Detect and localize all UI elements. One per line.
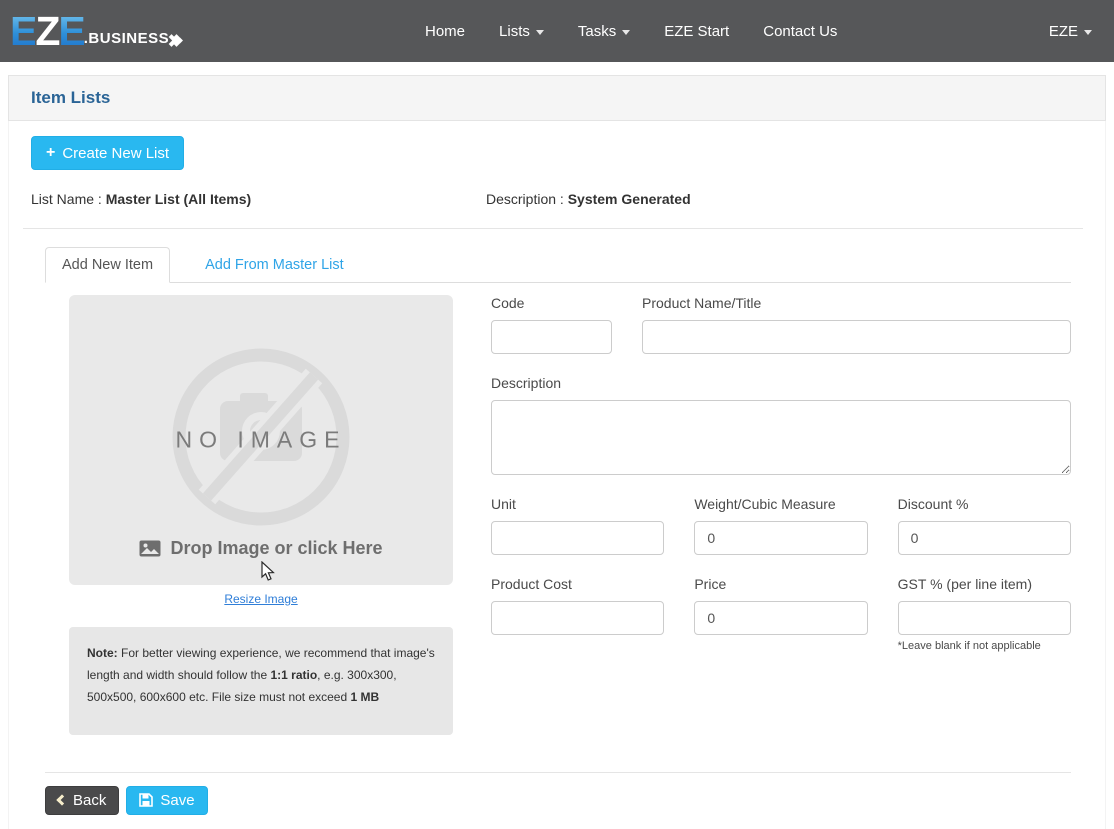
resize-image-link[interactable]: Resize Image	[224, 592, 297, 606]
panel-heading: Item Lists	[8, 75, 1106, 121]
nav-menu: Home Lists Tasks EZE Start Contact Us	[425, 0, 837, 62]
product-cost-input[interactable]	[491, 601, 664, 635]
gst-hint: *Leave blank if not applicable	[898, 640, 1071, 652]
nav-item-tasks[interactable]: Tasks	[578, 23, 630, 40]
weight-field-group: Weight/Cubic Measure	[694, 496, 867, 555]
item-lists-panel: Item Lists + Create New List List Name :…	[8, 75, 1106, 829]
gst-input[interactable]	[898, 601, 1071, 635]
price-input[interactable]	[694, 601, 867, 635]
discount-label: Discount %	[898, 496, 1071, 512]
discount-input[interactable]	[898, 521, 1071, 555]
page-title: Item Lists	[31, 88, 1083, 108]
tab-section: Add New Item Add From Master List	[45, 247, 1071, 815]
drop-image-label: Drop Image or click Here	[69, 538, 453, 559]
list-name-value: Master List (All Items)	[106, 191, 251, 207]
logo-suffix: .BUSINESS	[84, 30, 169, 47]
nav-item-contact-us[interactable]: Contact Us	[763, 23, 837, 40]
product-name-label: Product Name/Title	[642, 295, 1071, 311]
list-description-label: Description :	[486, 191, 564, 207]
product-name-input[interactable]	[642, 320, 1071, 354]
image-upload-column: NO IMAGE Drop Image or click Here	[69, 295, 453, 735]
create-new-list-button[interactable]: + Create New List	[31, 136, 184, 170]
plus-icon: +	[46, 144, 55, 162]
image-dropzone[interactable]: NO IMAGE Drop Image or click Here	[69, 295, 453, 585]
nav-item-lists[interactable]: Lists	[499, 23, 544, 40]
gst-field-group: GST % (per line item) *Leave blank if no…	[898, 576, 1071, 652]
tab-add-from-master-list[interactable]: Add From Master List	[188, 247, 361, 283]
list-name-label: List Name :	[31, 191, 102, 207]
price-field-group: Price	[694, 576, 867, 652]
logo-text: EZE	[10, 13, 84, 50]
tab-add-new-item[interactable]: Add New Item	[45, 247, 170, 283]
code-label: Code	[491, 295, 612, 311]
mouse-cursor-icon	[261, 561, 276, 582]
list-name-field: List Name : Master List (All Items)	[31, 191, 486, 207]
picture-icon	[139, 540, 161, 557]
description-textarea[interactable]	[491, 400, 1071, 475]
list-info-row: List Name : Master List (All Items) Desc…	[31, 191, 1083, 207]
footer-actions: Back Save	[45, 786, 1071, 815]
product-name-field-group: Product Name/Title	[642, 295, 1071, 354]
description-field-group: Description	[491, 375, 1071, 475]
list-description-field: Description : System Generated	[486, 191, 691, 207]
unit-input[interactable]	[491, 521, 664, 555]
tab-bar: Add New Item Add From Master List	[45, 247, 1071, 283]
product-cost-field-group: Product Cost	[491, 576, 664, 652]
chevron-left-icon	[56, 794, 67, 805]
product-cost-label: Product Cost	[491, 576, 664, 592]
list-description-value: System Generated	[568, 191, 691, 207]
nav-item-home[interactable]: Home	[425, 23, 465, 40]
item-form: Code Product Name/Title Description	[491, 295, 1071, 735]
caret-down-icon	[1084, 30, 1092, 35]
navbar: EZE .BUSINESS Home Lists Tasks EZE Start…	[0, 0, 1114, 62]
unit-field-group: Unit	[491, 496, 664, 555]
save-icon	[139, 793, 153, 807]
save-button[interactable]: Save	[126, 786, 207, 815]
divider	[23, 228, 1083, 229]
add-new-item-tab-panel: NO IMAGE Drop Image or click Here	[45, 295, 1071, 735]
nav-item-eze-start[interactable]: EZE Start	[664, 23, 729, 40]
weight-input[interactable]	[694, 521, 867, 555]
description-label: Description	[491, 375, 1071, 391]
gst-label: GST % (per line item)	[898, 576, 1071, 592]
double-chevron-right-icon	[171, 36, 181, 45]
discount-field-group: Discount %	[898, 496, 1071, 555]
divider	[45, 772, 1071, 773]
code-field-group: Code	[491, 295, 612, 354]
panel-body: + Create New List List Name : Master Lis…	[8, 121, 1106, 829]
price-label: Price	[694, 576, 867, 592]
account-dropdown[interactable]: EZE	[1049, 23, 1092, 40]
weight-label: Weight/Cubic Measure	[694, 496, 867, 512]
back-button[interactable]: Back	[45, 786, 119, 815]
eze-business-logo[interactable]: EZE .BUSINESS	[10, 13, 181, 50]
image-note: Note: For better viewing experience, we …	[69, 627, 453, 735]
no-image-text: NO IMAGE	[69, 427, 453, 454]
caret-down-icon	[536, 30, 544, 35]
unit-label: Unit	[491, 496, 664, 512]
caret-down-icon	[622, 30, 630, 35]
code-input[interactable]	[491, 320, 612, 354]
